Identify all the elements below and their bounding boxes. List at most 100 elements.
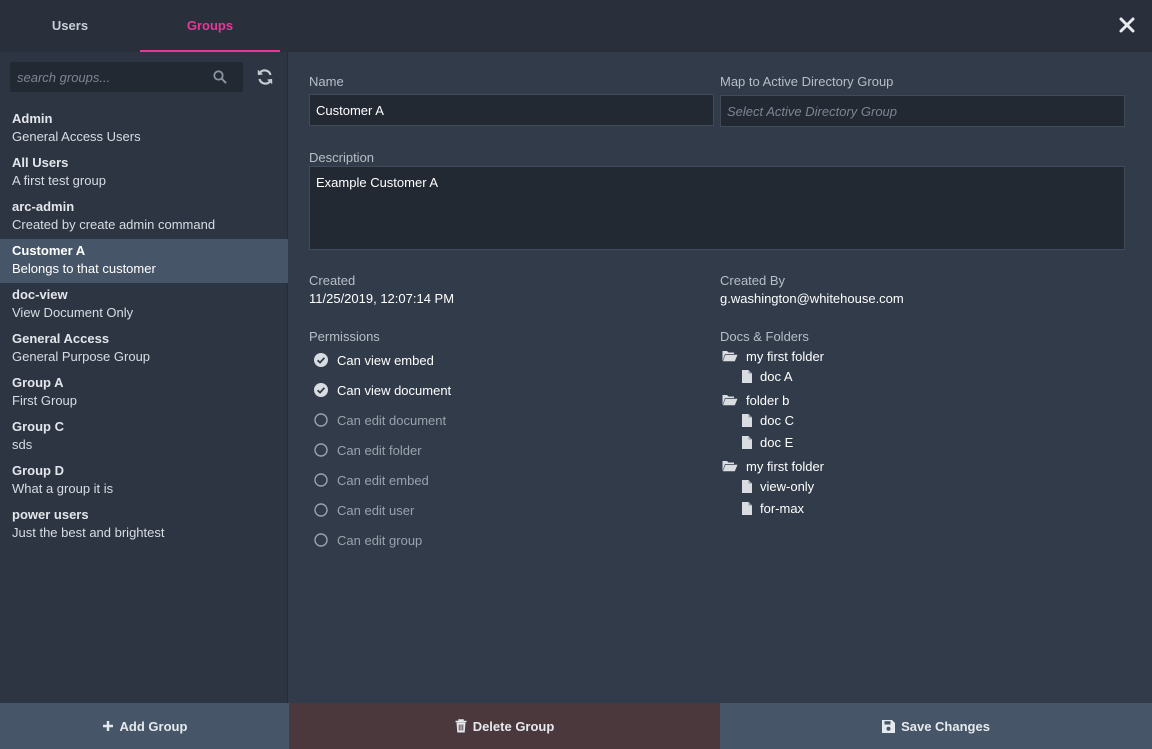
group-sidebar: Admin General Access Users All Users A f… bbox=[0, 52, 288, 703]
add-group-button[interactable]: Add Group bbox=[0, 703, 289, 749]
tree-label: my first folder bbox=[746, 348, 825, 364]
tree-document[interactable]: doc C bbox=[742, 410, 794, 430]
group-item-admin[interactable]: Admin General Access Users bbox=[0, 107, 288, 151]
group-list: Admin General Access Users All Users A f… bbox=[0, 107, 288, 547]
tree-document[interactable]: doc A bbox=[742, 366, 793, 386]
group-description: sds bbox=[12, 437, 33, 452]
search-icon[interactable] bbox=[213, 70, 227, 84]
group-name: All Users bbox=[12, 155, 69, 170]
permission-label: Can edit document bbox=[337, 412, 447, 428]
tree-document[interactable]: for-max bbox=[742, 498, 804, 518]
tab-groups[interactable]: Groups bbox=[140, 0, 280, 52]
close-icon[interactable] bbox=[1116, 14, 1138, 36]
group-description: What a group it is bbox=[12, 481, 114, 496]
group-name: power users bbox=[12, 507, 89, 522]
file-icon bbox=[742, 501, 752, 515]
tree-label: doc A bbox=[760, 368, 793, 384]
permission-label: Can view embed bbox=[337, 352, 434, 368]
permission-can-view-document[interactable]: Can view document bbox=[314, 380, 451, 400]
group-detail-panel: Name Map to Active Directory Group Descr… bbox=[289, 52, 1152, 703]
tab-users[interactable]: Users bbox=[0, 0, 140, 52]
file-icon bbox=[742, 369, 752, 383]
add-group-label: Add Group bbox=[119, 718, 188, 734]
group-description: Just the best and brightest bbox=[12, 525, 165, 540]
created-value: 11/25/2019, 12:07:14 PM bbox=[309, 291, 455, 306]
description-textarea[interactable]: Example Customer A bbox=[309, 166, 1125, 250]
permission-label: Can edit group bbox=[337, 532, 423, 548]
group-description: Created by create admin command bbox=[12, 217, 216, 232]
group-description: View Document Only bbox=[12, 305, 134, 320]
group-item-group-a[interactable]: Group A First Group bbox=[0, 371, 288, 415]
permission-label: Can edit user bbox=[337, 502, 415, 518]
tree-label: view-only bbox=[760, 478, 815, 494]
tree-label: for-max bbox=[760, 500, 805, 516]
group-item-power-users[interactable]: power users Just the best and brightest bbox=[0, 503, 288, 547]
delete-group-button[interactable]: Delete Group bbox=[289, 703, 720, 749]
save-changes-button[interactable]: Save Changes bbox=[720, 703, 1152, 749]
tree-document[interactable]: doc E bbox=[742, 432, 793, 452]
refresh-icon[interactable] bbox=[256, 68, 274, 86]
created-by-label: Created By bbox=[720, 273, 786, 288]
check-circle-icon bbox=[314, 353, 328, 367]
permission-label: Can view document bbox=[337, 382, 452, 398]
file-icon bbox=[742, 479, 752, 493]
group-name: Admin bbox=[12, 111, 53, 126]
empty-circle-icon bbox=[314, 413, 328, 427]
group-description: Belongs to that customer bbox=[12, 261, 156, 276]
save-changes-label: Save Changes bbox=[901, 718, 990, 734]
empty-circle-icon bbox=[314, 473, 328, 487]
group-item-general-access[interactable]: General Access General Purpose Group bbox=[0, 327, 288, 371]
group-name: arc-admin bbox=[12, 199, 75, 214]
permissions-label: Permissions bbox=[309, 329, 380, 344]
group-item-customer-a[interactable]: Customer A Belongs to that customer bbox=[0, 239, 288, 283]
floppy-disk-icon bbox=[882, 719, 896, 733]
group-name: Group A bbox=[12, 375, 64, 390]
group-item-all-users[interactable]: All Users A first test group bbox=[0, 151, 288, 195]
folder-open-icon bbox=[722, 395, 738, 406]
group-name: Group D bbox=[12, 463, 64, 478]
search-input[interactable] bbox=[10, 62, 210, 92]
search-box bbox=[10, 62, 243, 92]
group-name: Customer A bbox=[12, 243, 86, 258]
folder-open-icon bbox=[722, 351, 738, 362]
permission-label: Can edit embed bbox=[337, 472, 429, 488]
empty-circle-icon bbox=[314, 503, 328, 517]
group-item-group-c[interactable]: Group C sds bbox=[0, 415, 288, 459]
tree-document[interactable]: view-only bbox=[742, 476, 814, 496]
file-icon bbox=[742, 435, 752, 449]
check-circle-icon bbox=[314, 383, 328, 397]
tree-label: my first folder bbox=[746, 458, 825, 474]
ad-group-select[interactable] bbox=[720, 95, 1125, 127]
group-item-arc-admin[interactable]: arc-admin Created by create admin comman… bbox=[0, 195, 288, 239]
permission-can-view-embed[interactable]: Can view embed bbox=[314, 350, 434, 370]
permission-can-edit-folder[interactable]: Can edit folder bbox=[314, 440, 422, 460]
tree-label: doc E bbox=[760, 434, 794, 450]
group-item-group-d[interactable]: Group D What a group it is bbox=[0, 459, 288, 503]
tree-label: folder b bbox=[746, 392, 790, 408]
created-by-value: g.washington@whitehouse.com bbox=[720, 291, 904, 306]
trash-icon bbox=[455, 719, 467, 733]
name-input[interactable] bbox=[309, 94, 714, 126]
delete-group-label: Delete Group bbox=[472, 718, 555, 734]
group-description: A first test group bbox=[12, 173, 106, 188]
permission-can-edit-embed[interactable]: Can edit embed bbox=[314, 470, 429, 490]
empty-circle-icon bbox=[314, 533, 328, 547]
folder-open-icon bbox=[722, 461, 738, 472]
tree-folder[interactable]: folder b bbox=[722, 390, 789, 410]
tree-folder[interactable]: my first folder bbox=[722, 346, 824, 366]
plus-icon bbox=[102, 721, 113, 731]
group-item-doc-view[interactable]: doc-view View Document Only bbox=[0, 283, 288, 327]
group-description: First Group bbox=[12, 393, 78, 408]
group-description: General Access Users bbox=[12, 129, 141, 144]
tree-folder[interactable]: my first folder bbox=[722, 456, 824, 476]
permission-can-edit-user[interactable]: Can edit user bbox=[314, 500, 414, 520]
name-label: Name bbox=[309, 74, 344, 89]
group-name: General Access bbox=[12, 331, 110, 346]
permission-can-edit-document[interactable]: Can edit document bbox=[314, 410, 446, 430]
permission-label: Can edit folder bbox=[337, 442, 422, 458]
permission-can-edit-group[interactable]: Can edit group bbox=[314, 530, 422, 550]
ad-group-label: Map to Active Directory Group bbox=[720, 74, 894, 89]
empty-circle-icon bbox=[314, 443, 328, 457]
docs-folders-label: Docs & Folders bbox=[720, 329, 809, 344]
group-name: doc-view bbox=[12, 287, 68, 302]
